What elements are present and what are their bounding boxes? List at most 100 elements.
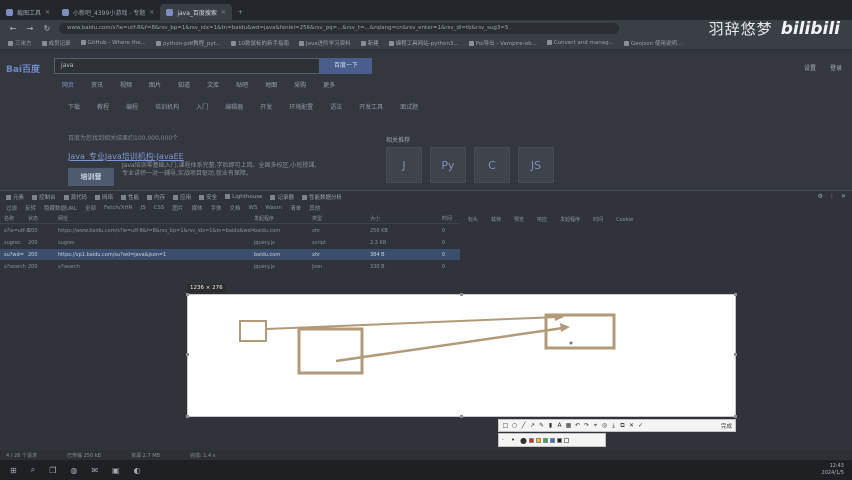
- app-icon[interactable]: ◐: [134, 466, 141, 475]
- search-button[interactable]: 百度一下: [320, 58, 372, 74]
- search-tab[interactable]: 资讯: [91, 80, 103, 89]
- marker-icon[interactable]: ▮: [547, 422, 554, 429]
- request-detail-tab[interactable]: 发起程序: [560, 216, 580, 223]
- network-filter-option[interactable]: 其他: [309, 204, 320, 212]
- network-filter-option[interactable]: 字体: [210, 204, 221, 212]
- color-swatch[interactable]: [550, 437, 555, 443]
- result-title-link[interactable]: Java_专业Java培训机构-JavaEE: [68, 151, 184, 162]
- capture-region[interactable]: [186, 293, 737, 418]
- network-filter-option[interactable]: WS: [248, 205, 257, 211]
- related-query-tab[interactable]: 培训机构: [155, 102, 179, 111]
- devtools-tab[interactable]: Lighthouse: [225, 194, 262, 200]
- browser-icon[interactable]: ◍: [70, 466, 77, 475]
- done-button[interactable]: 完成: [721, 422, 732, 430]
- network-filter-option[interactable]: 隐藏数据URL: [44, 204, 77, 212]
- mail-icon[interactable]: ✉: [91, 466, 98, 475]
- related-image-thumbnail[interactable]: J: [386, 147, 422, 183]
- bookmark-item[interactable]: 10款鼠标的新手指南: [230, 39, 289, 47]
- close-icon[interactable]: ✕: [45, 9, 50, 16]
- resize-handle[interactable]: [186, 415, 189, 418]
- ocr-icon[interactable]: ◎: [601, 422, 608, 429]
- search-tab[interactable]: 文库: [207, 80, 219, 89]
- search-tab[interactable]: 视频: [120, 80, 132, 89]
- stroke-medium-icon[interactable]: •: [511, 436, 518, 444]
- start-icon[interactable]: ⊞: [10, 466, 17, 475]
- settings-link[interactable]: 设置: [804, 63, 816, 72]
- search-icon[interactable]: ⌕: [31, 465, 35, 475]
- network-filter-option[interactable]: 全部: [85, 204, 96, 212]
- result-badge-image[interactable]: 培训营: [68, 168, 114, 186]
- undo-icon[interactable]: ↶: [574, 422, 581, 429]
- resize-handle[interactable]: [186, 293, 189, 296]
- system-tray-clock[interactable]: 12:43 2024/1/5: [822, 463, 844, 477]
- column-header[interactable]: 名称: [0, 215, 28, 223]
- devtools-tab[interactable]: 性能: [121, 193, 139, 201]
- annotation-arrow[interactable]: [265, 316, 559, 330]
- network-filter-option[interactable]: 清单: [290, 204, 301, 212]
- bookmark-item[interactable]: 编程工具网站-python3...: [388, 39, 459, 47]
- network-filter-option[interactable]: 文档: [229, 204, 240, 212]
- related-query-tab[interactable]: 编辑器: [225, 102, 243, 111]
- browser-tab[interactable]: 小新吧_4399小游戏 - 专题 ✕: [56, 4, 160, 20]
- request-detail-tab[interactable]: Cookie: [616, 217, 633, 223]
- rect-icon[interactable]: □: [502, 422, 509, 429]
- resize-handle[interactable]: [734, 293, 737, 296]
- resize-handle[interactable]: [734, 415, 737, 418]
- search-tab[interactable]: 更多: [323, 80, 335, 89]
- close-icon[interactable]: ✕: [221, 9, 226, 16]
- bookmark-item[interactable]: 成员记录: [41, 39, 71, 47]
- column-header[interactable]: 大小: [370, 215, 442, 223]
- network-filter-option[interactable]: 媒体: [191, 204, 202, 212]
- column-header[interactable]: 类型: [312, 215, 370, 223]
- related-image-thumbnail[interactable]: Py: [430, 147, 466, 183]
- network-filter-option[interactable]: Wasm: [265, 205, 282, 211]
- browser-tab-active[interactable]: java_百度搜索 ✕: [160, 4, 232, 20]
- bookmark-item[interactable]: 三米方: [8, 39, 32, 47]
- pen-icon[interactable]: ✎: [538, 422, 545, 429]
- app-icon[interactable]: ▣: [112, 466, 120, 475]
- address-bar[interactable]: www.baidu.com/s?ie=utf-8&f=8&rsv_bp=1&rs…: [59, 22, 619, 34]
- network-filter-option[interactable]: 反转: [25, 204, 36, 212]
- browser-tab[interactable]: 截图工具 ✕: [0, 4, 56, 20]
- network-request-row[interactable]: s?search 200 s?search jquery.js json 330 B0: [0, 261, 460, 272]
- annotation-rectangle[interactable]: [239, 320, 267, 342]
- network-request-row[interactable]: su?wd= 200 https://sp1.baidu.com/su?wd=jav…: [0, 249, 460, 260]
- devtools-tab[interactable]: 应用: [173, 193, 191, 201]
- search-input[interactable]: java: [54, 58, 320, 74]
- bookmark-item[interactable]: 新建: [360, 39, 379, 47]
- related-image-thumbnail[interactable]: JS: [518, 147, 554, 183]
- ok-icon[interactable]: ✓: [637, 422, 644, 429]
- resize-handle[interactable]: [460, 415, 463, 418]
- color-swatch[interactable]: [529, 437, 534, 443]
- related-query-tab[interactable]: 开发: [260, 102, 272, 111]
- network-filter-option[interactable]: 过滤: [6, 204, 17, 212]
- devtools-tab[interactable]: 内存: [147, 193, 165, 201]
- arrow-icon[interactable]: ↗: [529, 422, 536, 429]
- search-tab[interactable]: 采购: [294, 80, 306, 89]
- bookmark-item[interactable]: Geojson 使用说明...: [623, 39, 682, 47]
- new-tab-button[interactable]: +: [232, 4, 249, 20]
- more-icon[interactable]: ⋮: [829, 193, 835, 200]
- devtools-tab[interactable]: 安全: [199, 193, 217, 201]
- copy-icon[interactable]: ⧉: [619, 422, 626, 429]
- network-request-row[interactable]: sugrec 200 sugrec jquery.js script 2.3 KB 0: [0, 237, 460, 248]
- color-swatch[interactable]: [564, 437, 569, 443]
- network-filter-option[interactable]: JS: [140, 205, 145, 211]
- search-tab[interactable]: 知道: [178, 80, 190, 89]
- devtools-tab[interactable]: 性能数据分析: [301, 193, 342, 201]
- color-swatch[interactable]: [536, 437, 541, 443]
- related-query-tab[interactable]: 编程: [126, 102, 138, 111]
- column-header[interactable]: 状态: [28, 215, 58, 223]
- cancel-icon[interactable]: ✕: [628, 422, 635, 429]
- resize-handle[interactable]: [186, 353, 189, 356]
- close-icon[interactable]: ✕: [841, 193, 846, 200]
- column-header[interactable]: 时间: [442, 215, 460, 223]
- network-request-row[interactable]: s?ie=utf-8 200 https://www.baidu.com/s?ie=…: [0, 225, 460, 236]
- bookmark-item[interactable]: Java进阶学习资料: [298, 39, 351, 47]
- column-header[interactable]: 网址: [58, 215, 254, 223]
- reload-icon[interactable]: ↻: [42, 24, 52, 33]
- related-query-tab[interactable]: 下载: [68, 102, 80, 111]
- login-link[interactable]: 登录: [830, 63, 842, 72]
- color-swatch[interactable]: [543, 437, 548, 443]
- devtools-tab[interactable]: 源代码: [63, 193, 87, 201]
